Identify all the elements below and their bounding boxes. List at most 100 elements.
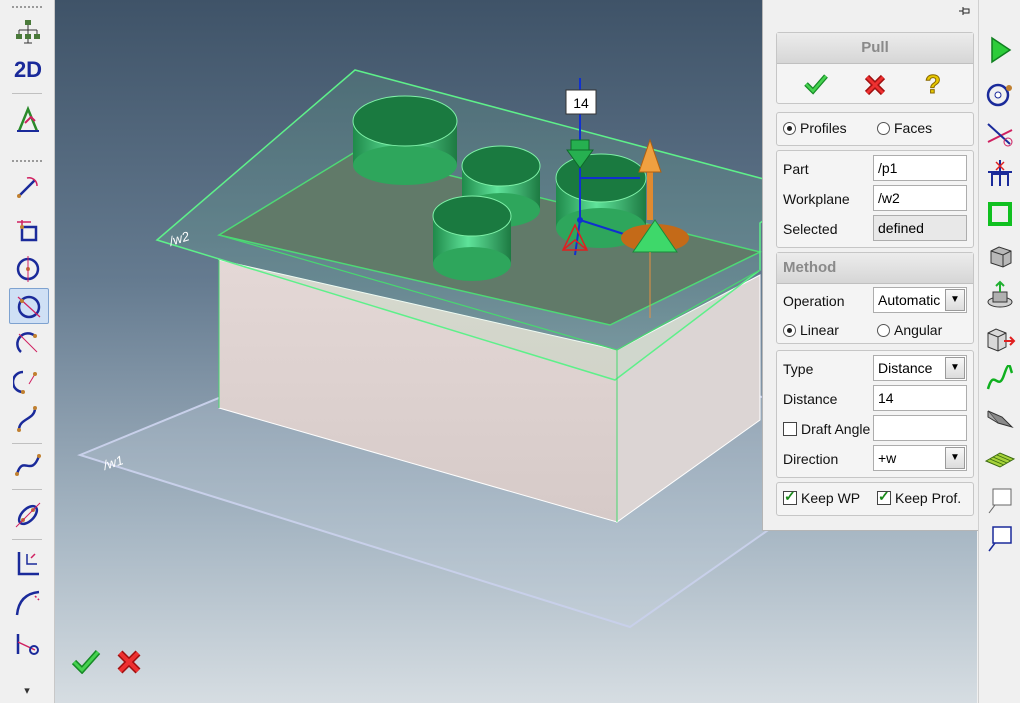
pull-panel: Pull ? Profiles Faces Part /p1 Workplane… xyxy=(762,0,978,531)
wave-button[interactable] xyxy=(981,362,1019,398)
curve-icon xyxy=(17,406,37,432)
wave-icon xyxy=(986,365,1014,390)
red-x-icon xyxy=(117,650,141,674)
trim-icon xyxy=(16,634,39,655)
part-field[interactable]: /p1 xyxy=(873,155,967,181)
radio-button-on[interactable] xyxy=(783,324,796,337)
radio-button-off[interactable] xyxy=(877,324,890,337)
cancel-button[interactable] xyxy=(863,73,887,100)
perpendicular-button[interactable] xyxy=(981,155,1019,191)
dimension-value: 14 xyxy=(573,95,589,111)
run-button[interactable] xyxy=(981,32,1019,68)
block-button[interactable] xyxy=(981,238,1019,274)
rectangle-tool-button[interactable] xyxy=(9,214,47,248)
linear-label: Linear xyxy=(800,322,839,338)
chevron-down-icon[interactable]: ▼ xyxy=(945,447,965,469)
spline-tool-button[interactable] xyxy=(9,448,47,482)
right-toolbar xyxy=(978,0,1020,703)
panel-title: Pull xyxy=(777,33,973,64)
block-icon xyxy=(990,246,1012,268)
checkbox-checked[interactable] xyxy=(783,488,797,505)
chevron-down-icon[interactable]: ▼ xyxy=(945,357,965,379)
operation-value: Automatic xyxy=(878,292,941,308)
divider xyxy=(12,93,42,94)
divider xyxy=(12,489,42,490)
distance-group: Type Distance ▼ Distance 14 Draft Angle … xyxy=(776,350,974,478)
square-icon xyxy=(988,202,1012,226)
type-value: Distance xyxy=(878,360,933,376)
2d-label: 2D xyxy=(13,57,43,82)
cancel-button[interactable] xyxy=(115,648,149,682)
radio-button-off[interactable] xyxy=(877,122,890,135)
spline-icon xyxy=(15,454,41,476)
offset-tool-button[interactable] xyxy=(9,498,47,532)
extrude-button[interactable] xyxy=(981,278,1019,314)
sketch-tool-button[interactable] xyxy=(9,103,47,137)
line-arc-tool-button[interactable] xyxy=(9,170,47,204)
selected-label: Selected xyxy=(783,221,838,237)
keep-prof-checkbox[interactable]: Keep Prof. xyxy=(877,488,962,506)
note-button[interactable] xyxy=(981,482,1019,518)
green-check-icon xyxy=(71,650,101,674)
fillet-icon xyxy=(15,590,40,616)
operation-dropdown[interactable]: Automatic ▼ xyxy=(873,287,967,313)
selected-field: defined xyxy=(873,215,967,241)
keep-options-group: Keep WP Keep Prof. xyxy=(776,482,974,516)
square-button[interactable] xyxy=(981,196,1019,232)
note-blue-icon xyxy=(988,526,1012,552)
selection-mode-group: Profiles Faces xyxy=(776,112,974,146)
draft-angle-checkbox[interactable]: Draft Angle xyxy=(783,421,870,437)
cube-arrow-button[interactable] xyxy=(981,320,1019,356)
toolbar-grip[interactable] xyxy=(12,6,42,11)
point-on-circle-button[interactable] xyxy=(981,76,1019,112)
type-dropdown[interactable]: Distance ▼ xyxy=(873,355,967,381)
note-blue-button[interactable] xyxy=(981,520,1019,556)
divider xyxy=(12,443,42,444)
keep-wp-checkbox[interactable]: Keep WP xyxy=(783,488,861,506)
ok-button[interactable] xyxy=(71,648,105,682)
faces-radio[interactable]: Faces xyxy=(877,120,932,136)
distance-field[interactable]: 14 xyxy=(873,385,967,411)
dimension-icon xyxy=(17,552,39,576)
circle-tangent-icon xyxy=(17,295,41,319)
arc-tool-button[interactable] xyxy=(9,326,47,360)
chevron-down-icon[interactable]: ▼ xyxy=(945,289,965,311)
profiles-radio[interactable]: Profiles xyxy=(783,120,847,136)
mesh-icon xyxy=(984,452,1016,468)
draft-angle-field[interactable] xyxy=(873,415,967,441)
arc-three-point-tool-button[interactable] xyxy=(9,364,47,398)
apply-button[interactable] xyxy=(803,73,829,98)
workplane-field[interactable]: /w2 xyxy=(873,185,967,211)
pull-header-group: Pull ? xyxy=(776,32,974,104)
tree-tool-button[interactable] xyxy=(9,15,47,49)
2d-tool-button[interactable]: 2D xyxy=(9,53,47,87)
dimension-tool-button[interactable] xyxy=(9,546,47,580)
pin-icon[interactable] xyxy=(957,4,971,18)
circle-center-tool-button[interactable] xyxy=(9,252,47,286)
tree-icon xyxy=(16,20,40,44)
checkbox-checked[interactable] xyxy=(877,488,891,505)
direction-dropdown[interactable]: +w ▼ xyxy=(873,445,967,471)
keep-prof-label: Keep Prof. xyxy=(895,490,962,506)
radio-button-on[interactable] xyxy=(783,122,796,135)
angular-radio[interactable]: Angular xyxy=(877,322,942,338)
help-button[interactable]: ? xyxy=(923,69,943,100)
toolbar-grip[interactable] xyxy=(12,160,42,165)
direction-label: Direction xyxy=(783,451,839,467)
cylinder-3[interactable] xyxy=(432,195,512,281)
keep-wp-label: Keep WP xyxy=(801,490,861,506)
extrude-icon xyxy=(987,280,1013,308)
cylinder-1[interactable] xyxy=(352,95,458,185)
trim-tool-button[interactable] xyxy=(9,626,47,660)
checkbox-unchecked[interactable] xyxy=(783,422,797,436)
mesh-button[interactable] xyxy=(981,440,1019,476)
distance-label: Distance xyxy=(783,391,838,407)
part-label: Part xyxy=(783,161,809,177)
fillet-tool-button[interactable] xyxy=(9,586,47,620)
circle-tangent-tool-button[interactable] xyxy=(9,288,49,324)
linear-radio[interactable]: Linear xyxy=(783,322,839,338)
toolbar-scroll-down[interactable]: ▾ xyxy=(8,684,46,700)
angle-line-button[interactable] xyxy=(981,115,1019,151)
curve-tool-button[interactable] xyxy=(9,402,47,436)
sweep-button[interactable] xyxy=(981,400,1019,436)
